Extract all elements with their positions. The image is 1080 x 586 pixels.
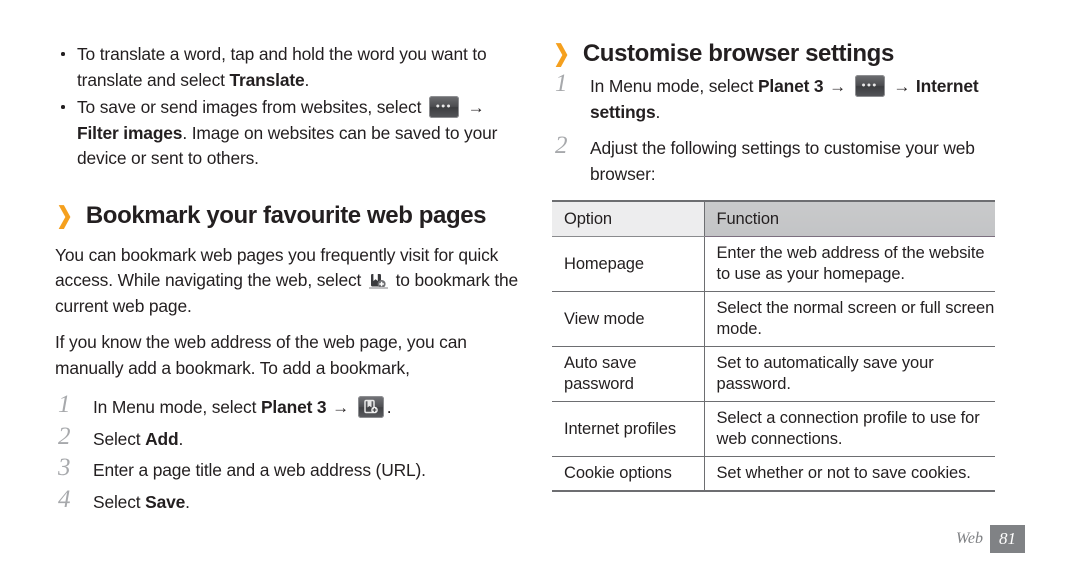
bookmark-plus-icon [363, 399, 378, 415]
ellipsis-icon: ••• [861, 79, 878, 92]
body-text: Adjust the following settings to customi… [590, 138, 975, 184]
step-text: Enter a page title and a web address (UR… [93, 460, 426, 480]
column-header-function: Function [703, 200, 995, 237]
body-text: Select [93, 428, 146, 449]
numbered-steps-settings: 1 In Menu mode, select Planet 3 → ••• → … [552, 70, 1027, 187]
list-item: 2 Select Add. [55, 422, 525, 453]
emphasis-text: Save [145, 491, 186, 512]
arrow-right-icon: → [829, 77, 846, 96]
settings-options-table: Option Function Homepage Enter the web ad… [552, 200, 995, 492]
numbered-steps-bookmark: 1 In Menu mode, select Planet 3 → . 2 Se… [55, 391, 525, 516]
emphasis-text: Planet 3 [757, 76, 824, 96]
body-text: In Menu mode, select [93, 397, 261, 417]
body-text [350, 397, 355, 417]
body-text [847, 76, 852, 96]
manual-page: To translate a word, tap and hold the wo… [0, 0, 1080, 586]
paragraph: You can bookmark web pages you frequentl… [55, 243, 525, 320]
cell-option: Auto save password [552, 346, 705, 402]
step-text: In Menu mode, select Planet 3 → . [93, 396, 392, 418]
column-header-option: Option [552, 200, 704, 237]
tip-bullet-list: To translate a word, tap and hold the wo… [55, 42, 525, 172]
emphasis-text: Add [145, 428, 179, 449]
step-number: 1 [58, 391, 71, 418]
bullet-text: To translate a word, tap and hold the wo… [77, 44, 487, 90]
arrow-right-icon: → [893, 77, 911, 96]
body-text: Enter a page title and a web address (UR… [93, 460, 426, 480]
list-item: 1 In Menu mode, select Planet 3 → ••• → … [552, 70, 1027, 125]
list-item: 1 In Menu mode, select Planet 3 → . [55, 391, 525, 421]
step-number: 1 [555, 70, 568, 97]
list-item: To save or send images from websites, se… [55, 95, 525, 172]
page-number-badge: 81 [990, 525, 1025, 553]
table-header-row: Option Function [552, 200, 995, 237]
bullet-dot-icon [61, 52, 65, 56]
cell-function: Enter the web address of the website to … [704, 236, 995, 292]
step-number: 2 [58, 422, 71, 450]
list-item: 2 Adjust the following settings to custo… [552, 132, 1027, 187]
body-text: If you know the web address of the web p… [55, 332, 467, 378]
left-column: To translate a word, tap and hold the wo… [55, 42, 525, 521]
table-row: View mode Select the normal screen or ful… [552, 291, 995, 347]
list-item: 3 Enter a page title and a web address (… [55, 454, 525, 484]
body-text: . [178, 428, 184, 449]
cell-option: Homepage [552, 236, 705, 292]
table-row: Homepage Enter the web address of the web… [552, 236, 995, 292]
cell-option: View mode [552, 291, 705, 347]
cell-function: Set to automatically save your password. [704, 346, 995, 402]
step-text: Select Save. [93, 492, 190, 512]
emphasis-text: Filter images [77, 122, 183, 143]
body-text: Select [93, 491, 146, 512]
list-item: 4 Select Save. [55, 485, 525, 516]
bullet-dot-icon [61, 105, 65, 109]
table-body: Homepage Enter the web address of the web… [552, 236, 995, 492]
step-number: 2 [555, 132, 568, 159]
more-options-key-icon: ••• [428, 96, 459, 118]
bullet-text: To save or send images from websites, se… [77, 96, 497, 168]
add-bookmark-icon [368, 273, 388, 289]
cell-function: Select the normal screen or full screen … [704, 291, 995, 347]
table-row: Auto save password Set to automatically s… [552, 346, 995, 402]
more-options-key-icon: ••• [854, 75, 885, 97]
paragraph: If you know the web address of the web p… [55, 330, 525, 381]
list-item: To translate a word, tap and hold the wo… [55, 42, 525, 93]
body-text [462, 97, 467, 117]
add-bookmark-key-icon [357, 396, 384, 418]
body-text: In Menu mode, select [590, 76, 758, 96]
page-title: Customise browser settings [582, 40, 894, 67]
cell-function: Select a connection profile to use for w… [704, 401, 995, 457]
step-number: 3 [58, 454, 71, 481]
body-text: . [655, 101, 661, 122]
arrow-right-icon: → [332, 398, 349, 417]
page-title: Bookmark your favourite web pages [85, 201, 487, 229]
body-text: . [185, 491, 190, 512]
cell-option: Internet profiles [552, 401, 705, 457]
step-text: In Menu mode, select Planet 3 → ••• → In… [590, 75, 979, 122]
page-footer: Web 81 [956, 525, 1025, 553]
footer-section-label: Web [956, 530, 983, 547]
chevron-right-icon: ❯ [553, 40, 570, 66]
section-heading-bookmark: ❯ Bookmark your favourite web pages [55, 202, 525, 230]
cell-option: Cookie options [552, 456, 705, 492]
step-number: 4 [58, 485, 71, 513]
ellipsis-icon: ••• [435, 100, 452, 113]
right-column: ❯ Customise browser settings 1 In Menu m… [552, 40, 1027, 492]
arrow-right-icon: → [467, 98, 485, 117]
step-text: Select Add. [93, 429, 183, 449]
body-text: . [304, 69, 310, 90]
table-row: Internet profiles Select a connection pro… [552, 401, 995, 457]
body-text: . [386, 397, 392, 417]
cell-function: Set whether or not to save cookies. [704, 456, 995, 492]
emphasis-text: Planet 3 [260, 397, 327, 417]
step-text: Adjust the following settings to customi… [590, 138, 975, 184]
table-row: Cookie options Set whether or not to save… [552, 456, 995, 492]
section-heading-settings: ❯ Customise browser settings [552, 40, 1027, 68]
body-text: To save or send images from websites, se… [77, 97, 426, 117]
chevron-right-icon: ❯ [56, 201, 73, 228]
emphasis-text: Translate [229, 69, 305, 90]
